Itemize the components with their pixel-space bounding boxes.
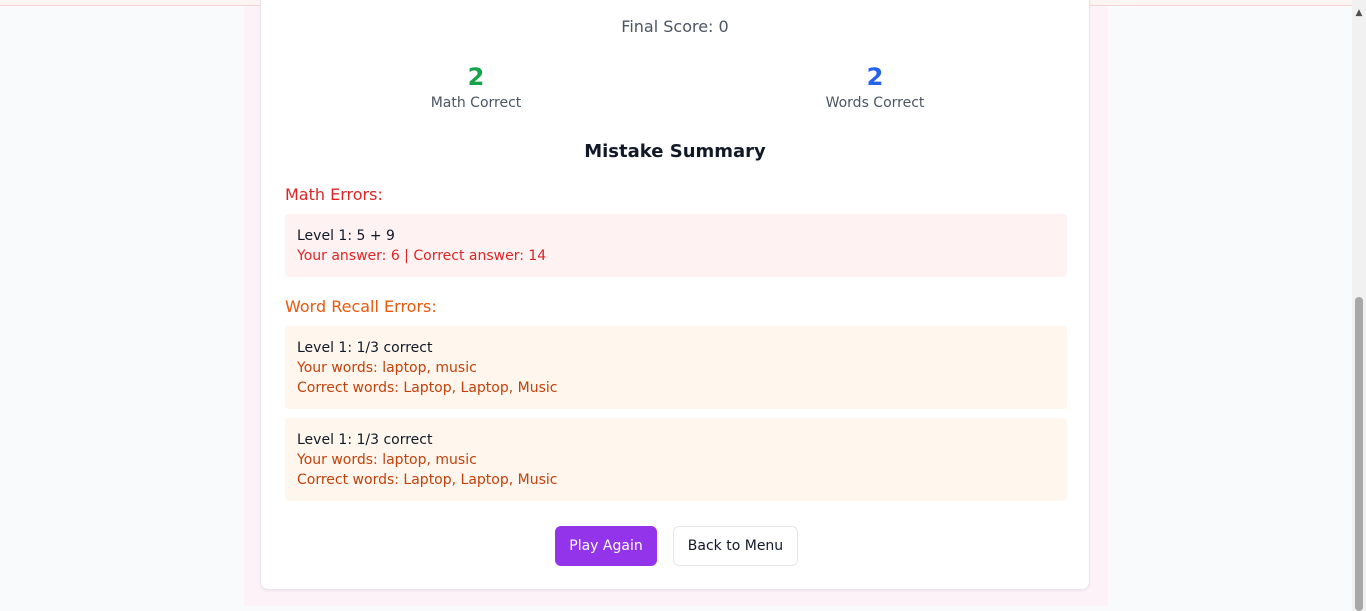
words-correct-value: 2 (866, 63, 884, 91)
word-recall-errors-title: Word Recall Errors: (285, 297, 437, 316)
vertical-scrollbar[interactable]: ▲ (1352, 0, 1366, 611)
word-error-item: Level 1: 1/3 correct Your words: laptop,… (285, 326, 1067, 409)
results-card: Final Score: 0 2 Math Correct 2 Words Co… (260, 0, 1090, 590)
back-to-menu-button[interactable]: Back to Menu (673, 526, 798, 566)
play-again-button[interactable]: Play Again (555, 526, 657, 566)
mistake-summary-title: Mistake Summary (584, 141, 766, 162)
word-error-your-words: Your words: laptop, music (297, 360, 477, 376)
word-error-correct-words: Correct words: Laptop, Laptop, Music (297, 380, 558, 396)
word-error-heading: Level 1: 1/3 correct (297, 340, 433, 356)
math-error-item: Level 1: 5 + 9 Your answer: 6 | Correct … (285, 214, 1067, 277)
words-correct-label: Words Correct (825, 95, 925, 111)
final-score: Final Score: 0 (621, 17, 729, 36)
scrollbar-thumb[interactable] (1355, 297, 1363, 611)
words-correct-stat: 2 Words Correct (775, 62, 975, 111)
math-correct-label: Math Correct (430, 95, 522, 111)
scroll-up-arrow-icon[interactable]: ▲ (1352, 6, 1366, 20)
word-error-heading: Level 1: 1/3 correct (297, 432, 433, 448)
word-error-correct-words: Correct words: Laptop, Laptop, Music (297, 472, 558, 488)
word-error-your-words: Your words: laptop, music (297, 452, 477, 468)
math-error-detail: Your answer: 6 | Correct answer: 14 (297, 248, 547, 264)
math-errors-title: Math Errors: (285, 185, 383, 204)
math-correct-stat: 2 Math Correct (376, 62, 576, 111)
math-correct-value: 2 (467, 63, 485, 91)
word-error-item: Level 1: 1/3 correct Your words: laptop,… (285, 418, 1067, 501)
math-error-question: Level 1: 5 + 9 (297, 228, 395, 244)
